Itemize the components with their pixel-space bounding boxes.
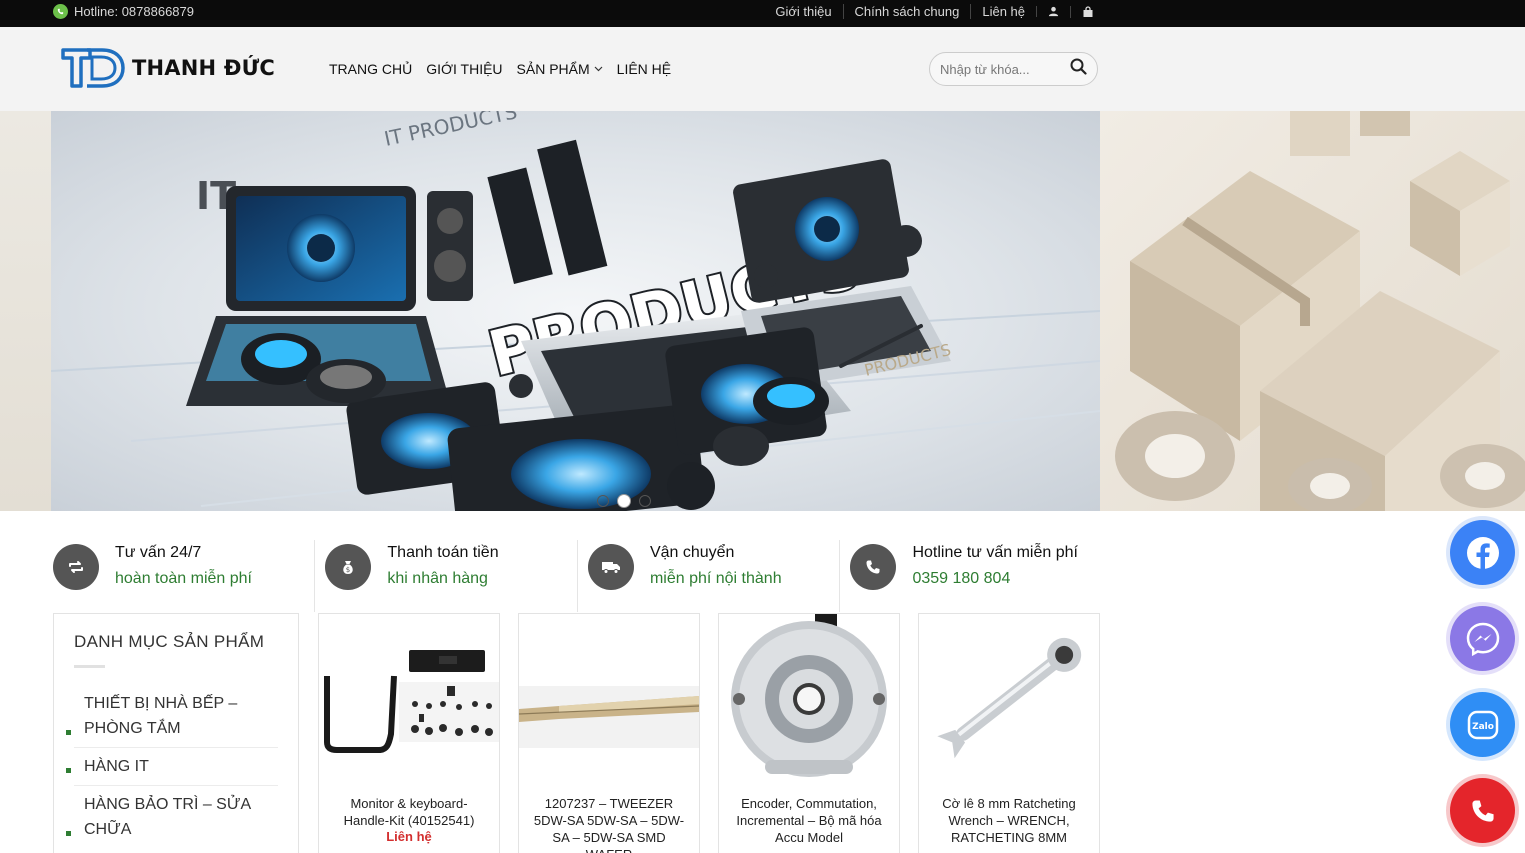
nav-contact[interactable]: LIÊN HỆ: [617, 61, 671, 77]
bullet-icon: [66, 730, 71, 735]
product-price: Liên hệ: [386, 829, 432, 844]
site-header: THANH ĐỨC TRANG CHỦ GIỚI THIỆU SẢN PHẨM …: [0, 27, 1525, 111]
hero-slide-it-products: IT IT PRODUCTS PRODUCTS PRODUCTS: [51, 111, 1100, 511]
product-image[interactable]: [719, 614, 899, 782]
feature-title: Hotline tư vấn miễn phí: [912, 544, 1078, 561]
product-name[interactable]: Encoder, Commutation, Incremental – Bộ m…: [719, 795, 899, 846]
product-grid: Monitor & keyboard-Handle-Kit (40152541)…: [318, 613, 1100, 853]
category-label: HÀNG IT: [84, 758, 149, 775]
facebook-button[interactable]: [1450, 520, 1515, 585]
category-item-it[interactable]: HÀNG IT: [66, 748, 278, 786]
svg-text:$: $: [346, 566, 350, 574]
bullet-icon: [66, 831, 71, 836]
product-name[interactable]: Monitor & keyboard-Handle-Kit (40152541): [319, 795, 499, 829]
hero-slider[interactable]: IT IT PRODUCTS PRODUCTS PRODUCTS: [0, 111, 1525, 511]
boxes-illustration: [1115, 111, 1525, 511]
feature-payment: $ Thanh toán tiền khi nhân hàng: [315, 540, 578, 612]
product-card[interactable]: Encoder, Commutation, Incremental – Bộ m…: [718, 613, 900, 853]
chevron-down-icon: [594, 66, 603, 72]
logo[interactable]: THANH ĐỨC: [60, 45, 275, 91]
features-bar: Tư vấn 24/7 hoàn toàn miễn phí $ Thanh t…: [53, 540, 1103, 612]
whatsapp-icon: [53, 4, 68, 19]
product-image[interactable]: [519, 614, 699, 782]
top-link-contact[interactable]: Liên hệ: [970, 4, 1036, 19]
nav-products-label: SẢN PHẨM: [516, 61, 590, 77]
product-card[interactable]: Cờ lê 8 mm Ratcheting Wrench – WRENCH, R…: [918, 613, 1100, 853]
product-image[interactable]: [319, 614, 499, 782]
svg-text:IT PRODUCTS: IT PRODUCTS: [382, 111, 519, 151]
hotline-text: Hotline: 0878866879: [74, 4, 194, 19]
top-nav: Giới thiệu Chính sách chung Liên hệ: [764, 4, 1105, 19]
feature-subtitle[interactable]: 0359 180 804: [912, 570, 1077, 588]
phone-icon: [1471, 799, 1494, 822]
category-label: HÀNG BẢO TRÌ – SỬA CHỮA: [84, 796, 251, 838]
category-list: THIẾT BỊ NHÀ BẾP – PHÒNG TẮM HÀNG IT HÀN…: [66, 685, 278, 848]
zalo-icon: Zalo: [1467, 710, 1498, 739]
hero-next-slide-peek: [1100, 111, 1525, 511]
category-item-kitchen-bathroom[interactable]: THIẾT BỊ NHÀ BẾP – PHÒNG TẮM: [66, 685, 278, 748]
product-image[interactable]: [919, 614, 1099, 782]
nav-about[interactable]: GIỚI THIỆU: [426, 61, 502, 77]
call-button[interactable]: [1450, 778, 1515, 843]
messenger-icon: [1466, 622, 1499, 656]
bullet-icon: [66, 768, 71, 773]
search-box: [929, 52, 1098, 86]
hero-prev-slide-peek: [0, 111, 51, 511]
hero-illustration: IT IT PRODUCTS PRODUCTS PRODUCTS: [51, 111, 1100, 511]
feature-consult: Tư vấn 24/7 hoàn toàn miễn phí: [53, 540, 316, 612]
slider-dot-3[interactable]: [639, 495, 651, 507]
feature-subtitle: hoàn toàn miễn phí: [115, 570, 252, 587]
nav-home[interactable]: TRANG CHỦ: [329, 61, 412, 77]
truck-icon: [587, 544, 634, 590]
slider-dot-1[interactable]: [597, 495, 609, 507]
search-input[interactable]: [940, 61, 1060, 77]
product-card[interactable]: Monitor & keyboard-Handle-Kit (40152541)…: [318, 613, 500, 853]
sidebar-title: DANH MỤC SẢN PHẨM: [74, 632, 265, 651]
feature-title: Thanh toán tiền: [387, 544, 499, 561]
feature-title: Tư vấn 24/7: [115, 544, 202, 561]
category-label: THIẾT BỊ NHÀ BẾP – PHÒNG TẮM: [84, 695, 238, 737]
product-card[interactable]: 1207237 – TWEEZER 5DW-SA 5DW-SA – 5DW-SA…: [518, 613, 700, 853]
phone-icon: [850, 544, 897, 590]
slider-dot-2[interactable]: [618, 495, 630, 507]
search-icon[interactable]: [1070, 58, 1087, 80]
feature-subtitle: miễn phí nội thành: [649, 570, 782, 587]
main-nav: TRANG CHỦ GIỚI THIỆU SẢN PHẨM LIÊN HỆ: [329, 61, 671, 77]
feature-shipping: Vận chuyển miễn phí nội thành: [578, 540, 841, 612]
floating-contact-buttons: Zalo: [1450, 520, 1515, 843]
top-link-policy[interactable]: Chính sách chung: [842, 4, 971, 19]
divider: [74, 665, 105, 668]
feature-subtitle: khi nhân hàng: [387, 570, 488, 587]
repeat-icon: [53, 544, 99, 590]
feature-hotline: Hotline tư vấn miễn phí 0359 180 804: [840, 540, 1103, 612]
feature-title: Vận chuyển: [649, 544, 735, 561]
facebook-icon: [1466, 536, 1499, 569]
hotline[interactable]: Hotline: 0878866879: [53, 4, 194, 19]
category-sidebar: DANH MỤC SẢN PHẨM THIẾT BỊ NHÀ BẾP – PHÒ…: [53, 613, 299, 853]
nav-products[interactable]: SẢN PHẨM: [517, 61, 603, 77]
logo-mark-icon: [61, 48, 125, 88]
logo-text: THANH ĐỨC: [132, 56, 275, 80]
product-name[interactable]: 1207237 – TWEEZER 5DW-SA 5DW-SA – 5DW-SA…: [519, 795, 699, 853]
category-item-maintenance[interactable]: HÀNG BẢO TRÌ – SỬA CHỮA: [66, 786, 278, 848]
top-bar: Hotline: 0878866879 Giới thiệu Chính sác…: [0, 0, 1525, 27]
slider-dots: [597, 495, 651, 507]
top-link-about[interactable]: Giới thiệu: [764, 4, 842, 19]
money-bag-icon: $: [325, 544, 372, 590]
svg-text:Zalo: Zalo: [1472, 722, 1494, 732]
messenger-button[interactable]: [1450, 606, 1515, 671]
cart-icon[interactable]: [1070, 5, 1105, 18]
zalo-button[interactable]: Zalo: [1450, 692, 1515, 757]
product-name[interactable]: Cờ lê 8 mm Ratcheting Wrench – WRENCH, R…: [919, 795, 1099, 846]
user-icon[interactable]: [1036, 6, 1070, 17]
